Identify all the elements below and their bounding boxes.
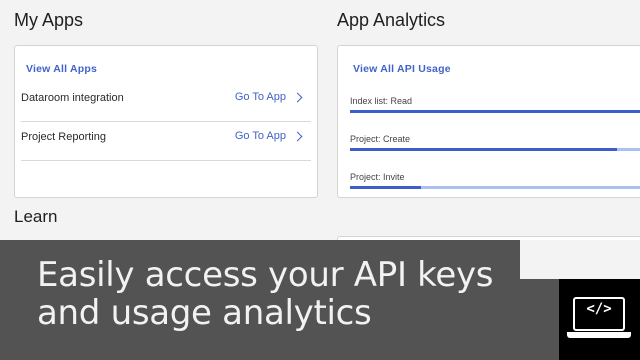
banner-line: and usage analytics	[37, 293, 372, 333]
api-usage-row: Project: Invite	[350, 172, 640, 202]
go-to-app-label: Go To App	[234, 91, 286, 103]
api-usage-fill	[350, 110, 640, 113]
banner-cutout	[520, 240, 640, 279]
api-usage-track	[350, 110, 640, 113]
go-to-app-label: Go To App	[234, 130, 286, 142]
chevron-right-icon	[292, 92, 303, 102]
api-usage-fill	[350, 148, 618, 151]
api-usage-label: Project: Invite	[350, 172, 405, 182]
app-name: Dataroom integration	[21, 92, 124, 104]
api-usage-track	[350, 186, 640, 189]
banner-headline: Easily access your API keys and usage an…	[37, 256, 517, 332]
api-usage-track	[350, 148, 640, 151]
view-all-apps-link[interactable]: View All Apps	[26, 63, 97, 75]
chevron-right-icon	[292, 131, 303, 141]
app-analytics-card: View All API Usage Index list: Read Proj…	[337, 45, 640, 198]
api-usage-row: Project: Create	[350, 134, 640, 164]
app-row: Dataroom integration Go To App	[21, 83, 311, 122]
code-laptop-badge: </>	[559, 279, 640, 360]
my-apps-title: My Apps	[14, 10, 84, 30]
my-apps-card: View All Apps Dataroom integration Go To…	[14, 45, 318, 198]
api-usage-label: Project: Create	[350, 134, 411, 144]
app-row: Project Reporting Go To App	[21, 122, 311, 161]
api-usage-fill	[350, 186, 422, 189]
api-usage-label: Index list: Read	[350, 96, 413, 106]
go-to-app-link[interactable]: Go To App	[234, 91, 303, 103]
app-analytics-title: App Analytics	[337, 10, 446, 30]
go-to-app-link[interactable]: Go To App	[234, 130, 303, 142]
view-all-api-usage-link[interactable]: View All API Usage	[353, 63, 451, 75]
app-name: Project Reporting	[21, 131, 106, 143]
code-brackets-icon: </>	[586, 301, 612, 317]
laptop-base	[567, 332, 631, 338]
api-usage-row: Index list: Read	[350, 96, 640, 126]
learn-title: Learn	[14, 207, 58, 226]
banner-line: Easily access your API keys	[37, 255, 494, 295]
